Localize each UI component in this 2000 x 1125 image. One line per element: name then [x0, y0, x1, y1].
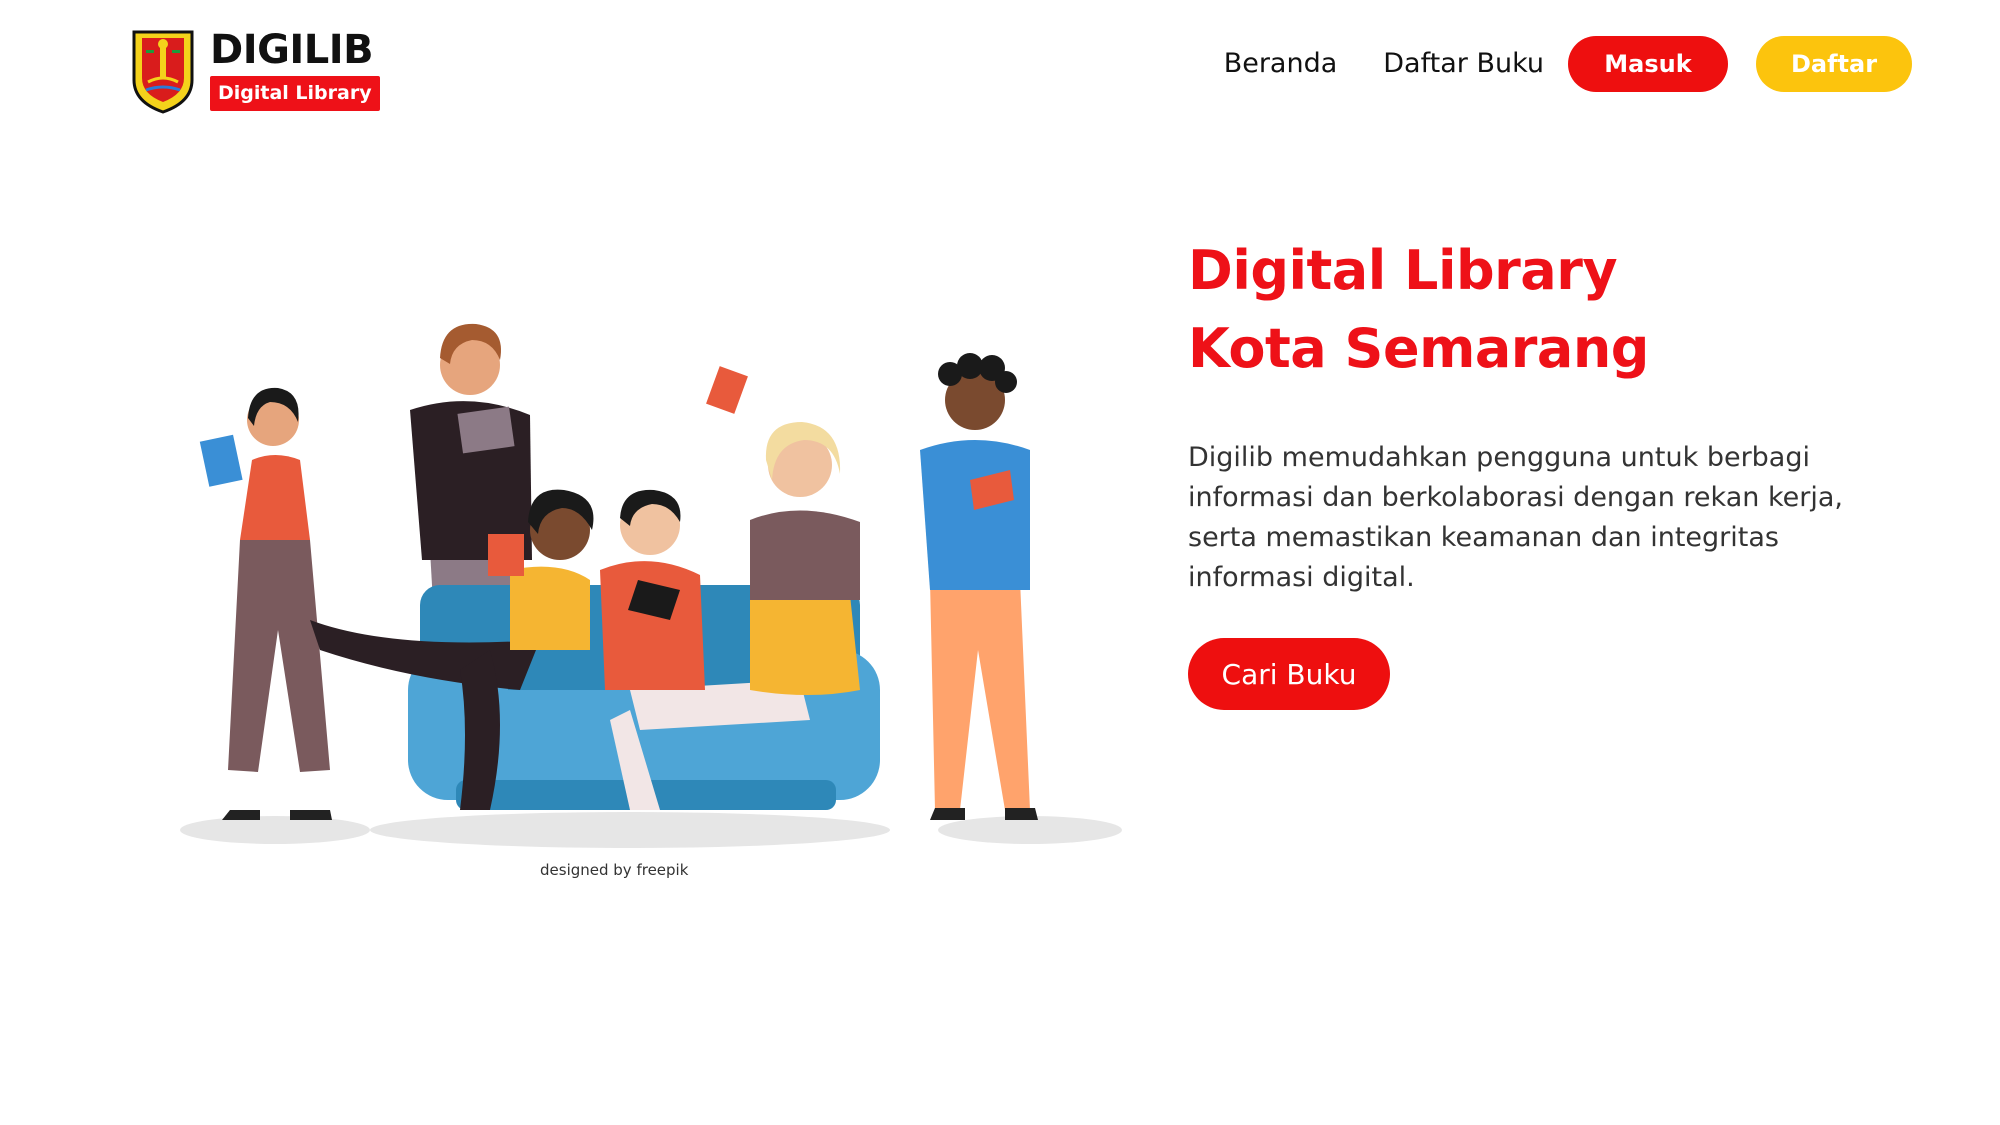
hero-title-line1: Digital Library [1188, 239, 1618, 302]
top-navbar: DIGILIB Digital Library Beranda Daftar B… [0, 0, 2000, 140]
nav-link-beranda[interactable]: Beranda [1224, 36, 1338, 92]
register-button[interactable]: Daftar [1756, 36, 1912, 92]
reading-people-illustration: designed by freepik [180, 323, 1122, 879]
search-books-button[interactable]: Cari Buku [1188, 638, 1390, 710]
hero-section: Digital Library Kota Semarang Digilib me… [1188, 232, 1908, 710]
brand-logo[interactable]: DIGILIB Digital Library [130, 28, 380, 114]
brand-title: DIGILIB [210, 27, 374, 73]
city-emblem-icon [132, 30, 194, 114]
login-button[interactable]: Masuk [1568, 36, 1728, 92]
hero-title-line2: Kota Semarang [1188, 317, 1649, 380]
figure-man-right [920, 353, 1038, 820]
illustration-credit: designed by freepik [540, 861, 689, 879]
main-nav: Beranda Daftar Buku Masuk Daftar [1224, 36, 1912, 92]
hero-description: Digilib memudahkan pengguna untuk berbag… [1188, 442, 1843, 593]
nav-link-daftar-buku[interactable]: Daftar Buku [1383, 36, 1544, 92]
figure-woman-left [199, 387, 332, 820]
brand-subtitle: Digital Library [210, 76, 380, 111]
